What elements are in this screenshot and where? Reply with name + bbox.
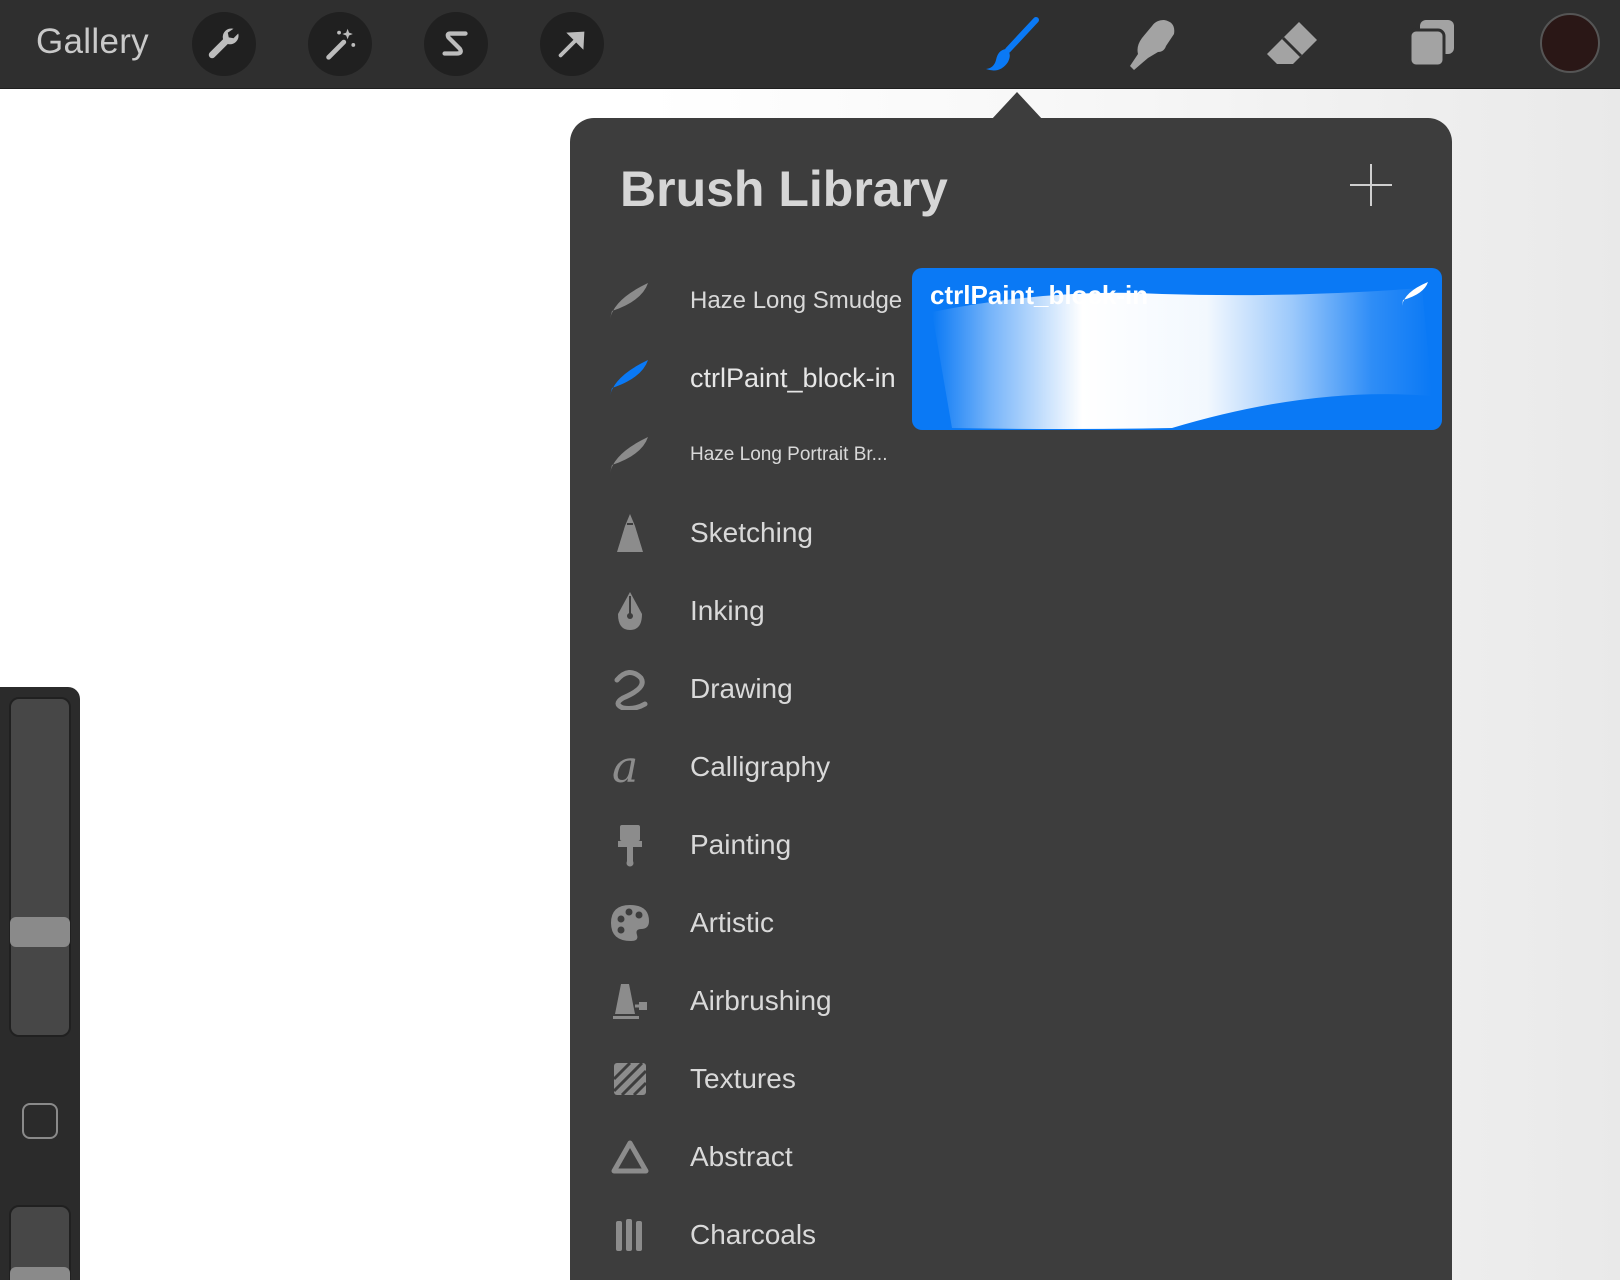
smudge-finger-icon (1130, 20, 1175, 70)
list-item-drawing[interactable]: Drawing (570, 654, 900, 724)
brush-set-label: Charcoals (690, 1219, 817, 1250)
adjustments-button[interactable] (308, 12, 372, 76)
eraser-icon (1267, 22, 1317, 64)
brush-set-label: Abstract (690, 1141, 793, 1172)
modify-button[interactable] (22, 1103, 58, 1139)
transform-button[interactable] (540, 12, 604, 76)
smudge-tool-button[interactable] (1120, 14, 1184, 74)
panel-title: Brush Library (620, 161, 948, 217)
wrench-icon (208, 28, 239, 59)
feather-icon (606, 431, 654, 479)
color-picker-button[interactable] (1540, 13, 1600, 73)
letter-a-icon: a (606, 743, 654, 791)
selection-button[interactable] (424, 12, 488, 76)
layers-icon (1408, 20, 1454, 68)
squiggle-icon (606, 665, 654, 713)
brush-size-thumb[interactable] (10, 917, 70, 947)
brush-size-slider[interactable] (9, 697, 71, 1037)
list-item-textures[interactable]: Textures (570, 1044, 900, 1114)
arrow-cursor-icon (558, 31, 585, 58)
top-toolbar: Gallery (0, 0, 1620, 89)
paintbrush-icon (606, 821, 654, 869)
brush-label: Haze Long Portrait Br... (690, 444, 888, 465)
brush-set-label: Calligraphy (690, 751, 831, 782)
plus-icon[interactable] (1350, 164, 1392, 206)
gallery-button[interactable]: Gallery (36, 22, 149, 62)
svg-text:a: a (612, 746, 638, 788)
palette-icon (606, 899, 654, 947)
list-item-painting[interactable]: Painting (570, 810, 900, 880)
brush-library-panel: Brush Library Haze Long Smudge ctrlPaint… (570, 118, 1452, 1280)
list-item-sketching[interactable]: Sketching (570, 498, 900, 568)
list-item-charcoals[interactable]: Charcoals (570, 1200, 900, 1270)
feather-icon (606, 354, 654, 402)
magic-wand-icon (326, 28, 356, 60)
pen-nib-icon (606, 587, 654, 635)
preview-brush-name: ctrlPaint_block-in (930, 280, 1149, 310)
brush-set-label: Sketching (690, 517, 813, 548)
selected-brush-preview[interactable]: ctrlPaint_block-in (912, 268, 1442, 430)
texture-icon (606, 1055, 654, 1103)
opacity-thumb[interactable] (10, 1267, 70, 1280)
brush-set-label: Textures (690, 1063, 796, 1094)
left-sidebar (0, 687, 80, 1280)
actions-button[interactable] (192, 12, 256, 76)
pencil-tip-icon (606, 509, 654, 557)
airbrush-icon (606, 977, 654, 1025)
brush-set-label: Airbrushing (690, 985, 832, 1016)
brush-icon (986, 17, 1039, 71)
brush-set-label: Painting (690, 829, 792, 860)
brush-label: Haze Long Smudge (690, 287, 903, 314)
eraser-tool-button[interactable] (1260, 14, 1324, 74)
list-item-artistic[interactable]: Artistic (570, 888, 900, 958)
list-item-abstract[interactable]: Abstract (570, 1122, 900, 1192)
list-item-recent-haze-long-smudge[interactable]: Haze Long Smudge (570, 266, 903, 336)
list-item-inking[interactable]: Inking (570, 576, 900, 646)
brush-label: ctrlPaint_block-in (690, 363, 896, 393)
brush-set-label: Inking (690, 595, 765, 626)
brush-set-label: Artistic (690, 907, 774, 938)
popover-arrow (991, 92, 1043, 120)
selection-s-icon (442, 31, 468, 56)
layers-tool-button[interactable] (1400, 14, 1464, 74)
list-item-recent-ctrlpaint-block-in[interactable]: ctrlPaint_block-in (570, 343, 900, 413)
brush-tool-button[interactable] (980, 14, 1044, 74)
feather-icon (606, 277, 654, 325)
brush-set-label: Drawing (690, 673, 793, 704)
list-item-calligraphy[interactable]: a Calligraphy (570, 732, 900, 802)
list-item-recent-haze-long-portrait[interactable]: Haze Long Portrait Br... (570, 420, 900, 490)
charcoal-sticks-icon (606, 1211, 654, 1259)
triangle-icon (606, 1133, 654, 1181)
feather-icon (1400, 280, 1430, 313)
list-item-airbrushing[interactable]: Airbrushing (570, 966, 900, 1036)
